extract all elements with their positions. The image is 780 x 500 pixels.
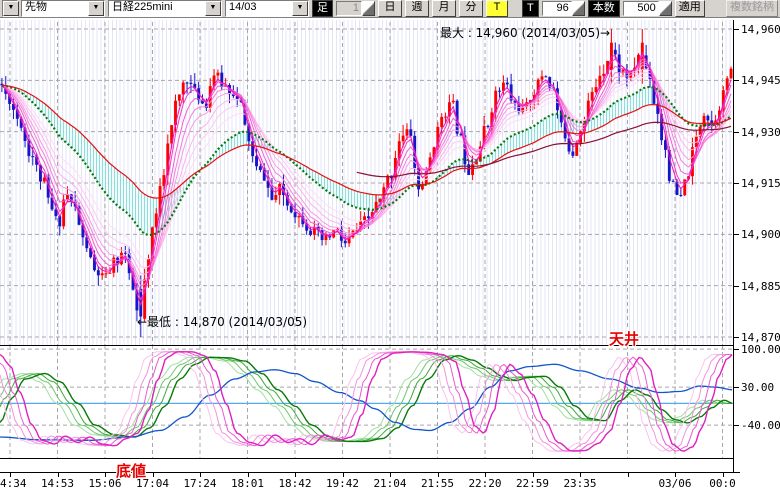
time-tick-label: 17:24 xyxy=(178,477,222,490)
time-tick-mark xyxy=(628,472,629,477)
tick-count-stepper[interactable]: 96 xyxy=(542,1,585,16)
price-tick-label: 14,900 xyxy=(741,228,780,241)
instrument-type-select[interactable]: 先物 ▼ xyxy=(21,0,105,17)
right-axis-line xyxy=(733,20,734,473)
period-minute-button[interactable]: 分 xyxy=(459,0,483,17)
price-chart-plot xyxy=(0,20,733,345)
oscillator-tick-label: 100.00 xyxy=(741,343,780,356)
price-tick-label: 14,885 xyxy=(741,280,780,293)
left-edge-combo-stub[interactable]: ▼ xyxy=(2,0,18,17)
price-tick-mark xyxy=(733,132,739,133)
time-tick-label: 22:20 xyxy=(463,477,507,490)
oscillator-tick-label: 30.00 xyxy=(741,381,780,394)
time-tick-label: 00:0 xyxy=(701,477,745,490)
interval-label: 足 xyxy=(312,0,333,17)
period-month-button[interactable]: 月 xyxy=(432,0,456,17)
oscillator-tick-mark xyxy=(733,425,739,426)
spinner-updown-icon[interactable] xyxy=(659,1,672,16)
time-tick-label: 22:59 xyxy=(511,477,555,490)
dropdown-arrow-icon[interactable]: ▼ xyxy=(292,1,308,16)
period-tick-button[interactable]: T xyxy=(486,0,508,17)
time-tick-label: 18:01 xyxy=(226,477,270,490)
ceiling-annotation: 天井 xyxy=(609,328,639,349)
price-tick-mark xyxy=(733,183,739,184)
max-annotation: 最大 : 14,960 (2014/03/05)→ xyxy=(440,24,610,41)
tick-label: T xyxy=(522,0,539,17)
time-axis-line xyxy=(0,472,740,473)
price-tick-label: 14,945 xyxy=(741,74,780,87)
oscillator-tick-mark xyxy=(733,387,739,388)
contract-month-value: 14/03 xyxy=(226,1,292,16)
dropdown-arrow-icon[interactable]: ▼ xyxy=(3,1,19,16)
bottom-annotation: 底値 xyxy=(116,460,146,481)
time-tick-label: 14:53 xyxy=(36,477,80,490)
chart-window: ▼ 先物 ▼ 日経225mini ▼ 14/03 ▼ 足 1 日 週 月 分 T… xyxy=(0,0,780,500)
oscillator-plot xyxy=(0,345,733,458)
time-tick-label: 23:35 xyxy=(558,477,602,490)
multi-symbol-button[interactable]: 複数銘柄 xyxy=(726,0,778,17)
tick-count-value[interactable]: 96 xyxy=(542,1,572,16)
interval-stepper[interactable]: 1 xyxy=(336,1,375,16)
oscillator-tick-mark xyxy=(733,349,739,350)
contract-month-select[interactable]: 14/03 ▼ xyxy=(225,0,309,17)
spinner-updown-icon[interactable] xyxy=(362,1,375,16)
time-tick-label: 14:34 xyxy=(0,477,32,490)
bar-count-label: 本数 xyxy=(588,0,620,17)
price-tick-label: 14,870 xyxy=(741,331,780,344)
interval-value: 1 xyxy=(336,1,362,16)
apply-button[interactable]: 適用 xyxy=(675,0,705,17)
bar-count-stepper[interactable]: 500 xyxy=(623,1,672,16)
price-tick-label: 14,960 xyxy=(741,23,780,36)
symbol-select[interactable]: 日経225mini ▼ xyxy=(108,0,222,17)
price-tick-mark xyxy=(733,80,739,81)
time-tick-label: 21:55 xyxy=(416,477,460,490)
dropdown-arrow-icon[interactable]: ▼ xyxy=(88,1,104,16)
period-week-button[interactable]: 週 xyxy=(405,0,429,17)
price-tick-label: 14,915 xyxy=(741,177,780,190)
period-day-button[interactable]: 日 xyxy=(378,0,402,17)
price-tick-mark xyxy=(733,29,739,30)
price-tick-label: 14,930 xyxy=(741,126,780,139)
time-tick-label: 18:42 xyxy=(273,477,317,490)
instrument-type-value: 先物 xyxy=(22,1,88,16)
bar-count-value[interactable]: 500 xyxy=(623,1,659,16)
symbol-value: 日経225mini xyxy=(109,1,205,16)
spinner-updown-icon[interactable] xyxy=(572,1,585,16)
price-tick-mark xyxy=(733,286,739,287)
time-tick-label: 03/06 xyxy=(653,477,697,490)
toolbar: ▼ 先物 ▼ 日経225mini ▼ 14/03 ▼ 足 1 日 週 月 分 T… xyxy=(0,0,780,18)
oscillator-tick-label: -40.00 xyxy=(741,419,780,432)
time-tick-label: 21:04 xyxy=(368,477,412,490)
time-tick-label: 19:42 xyxy=(321,477,365,490)
price-tick-mark xyxy=(733,337,739,338)
min-annotation: ←最低 : 14,870 (2014/03/05) xyxy=(137,313,307,330)
oscillator-bottom-border xyxy=(0,458,733,459)
dropdown-arrow-icon[interactable]: ▼ xyxy=(205,1,221,16)
price-tick-mark xyxy=(733,234,739,235)
